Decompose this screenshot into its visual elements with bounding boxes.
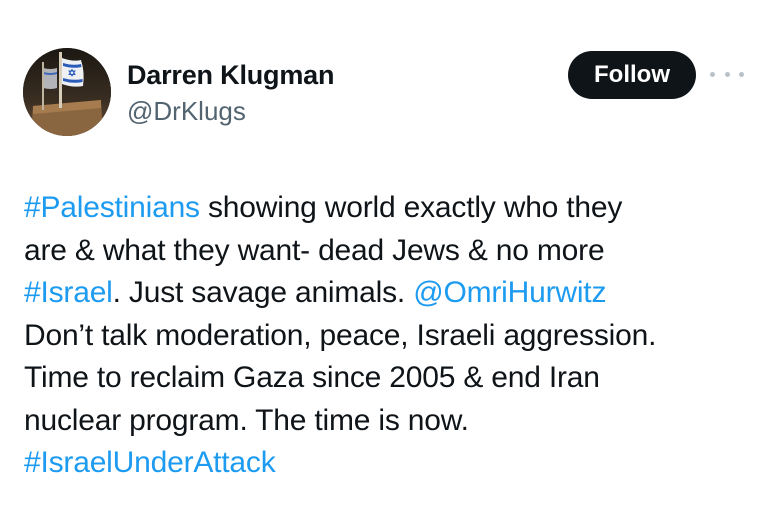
- more-horizontal-icon[interactable]: [710, 62, 744, 86]
- israeli-flag-avatar-icon: [23, 48, 111, 136]
- tweet-text: #Palestinians showing world exactly who …: [24, 187, 759, 485]
- hashtag-link[interactable]: #IsraelUnderAttack: [24, 446, 276, 479]
- hashtag-link[interactable]: #Palestinians: [24, 191, 200, 224]
- tweet-text-line: nuclear program. The time is now.: [24, 400, 759, 443]
- tweet-text-segment: . Just savage animals.: [112, 276, 414, 309]
- tweet-text-line: Don’t talk moderation, peace, Israeli ag…: [24, 315, 759, 358]
- tweet-text-segment: Don’t talk moderation, peace, Israeli ag…: [24, 318, 657, 352]
- author-display-name[interactable]: Darren Klugman: [127, 58, 334, 92]
- tweet-card: Darren Klugman @DrKlugs Follow #Palestin…: [0, 0, 769, 530]
- mention-link[interactable]: @OmriHurwitz: [413, 276, 606, 309]
- tweet-text-line: Time to reclaim Gaza since 2005 & end Ir…: [24, 357, 759, 400]
- tweet-text-segment: Time to reclaim Gaza since 2005 & end Ir…: [24, 361, 600, 394]
- tweet-text-line: #Israel. Just savage animals. @OmriHurwi…: [24, 272, 759, 315]
- author-handle[interactable]: @DrKlugs: [127, 94, 334, 128]
- tweet-text-line: #Palestinians showing world exactly who …: [24, 187, 759, 230]
- tweet-text-line: #IsraelUnderAttack: [24, 442, 759, 485]
- tweet-text-segment: showing world exactly who they: [199, 191, 623, 224]
- hashtag-link[interactable]: #Israel: [24, 276, 113, 309]
- more-dot: [739, 71, 744, 77]
- more-dot: [724, 71, 730, 77]
- tweet-text-segment: nuclear program. The time is now.: [24, 403, 469, 437]
- tweet-text-line: are & what they want- dead Jews & no mor…: [24, 230, 759, 273]
- author-block: Darren Klugman @DrKlugs: [127, 58, 334, 128]
- tweet-text-segment: are & what they want- dead Jews & no mor…: [24, 233, 605, 267]
- more-dot: [710, 71, 715, 77]
- avatar[interactable]: [23, 48, 111, 136]
- follow-button[interactable]: Follow: [568, 51, 696, 99]
